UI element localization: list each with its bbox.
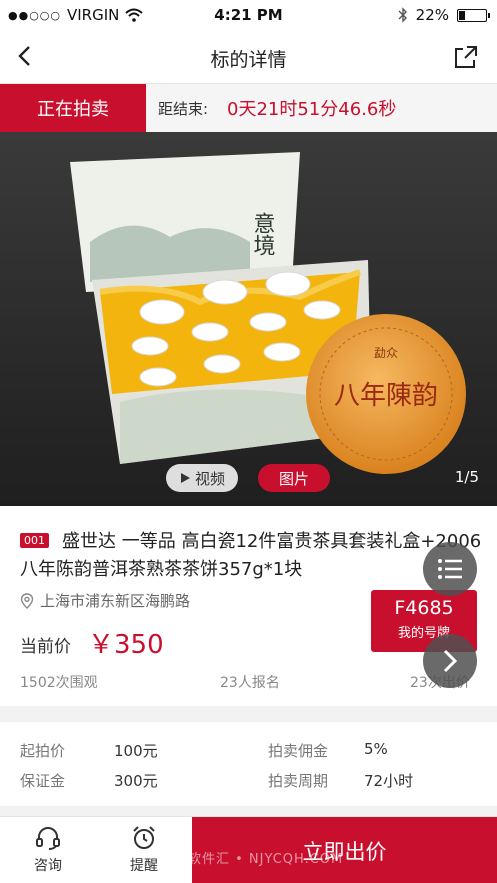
deposit-label: 保证金 bbox=[20, 772, 66, 790]
auction-status-banner: 正在拍卖 距结束: 0天21时51分46.6秒 bbox=[0, 84, 497, 132]
period-value: 72小时 bbox=[364, 772, 414, 790]
photo-tab-button[interactable]: 图片 bbox=[258, 464, 330, 492]
menu-button[interactable] bbox=[423, 542, 477, 596]
period-label: 拍卖周期 bbox=[268, 772, 329, 790]
auction-status-tag: 正在拍卖 bbox=[0, 84, 146, 132]
share-icon[interactable] bbox=[453, 44, 479, 70]
box-lid-text: 意境 bbox=[250, 212, 276, 256]
countdown-label: 距结束: bbox=[158, 100, 209, 118]
chevron-right-icon bbox=[443, 649, 458, 673]
video-tab-label: 视频 bbox=[194, 469, 225, 488]
product-title: 盛世达 一等品 高白瓷12件富贵茶具套装礼盒+2006八年陈韵普洱茶熟茶茶饼35… bbox=[20, 531, 482, 580]
product-gallery[interactable]: 意境 勐众 八年陳韵 视频 图片 1/5 bbox=[0, 132, 497, 506]
view-count: 1502次围观 bbox=[20, 675, 98, 691]
commission-label: 拍卖佣金 bbox=[268, 742, 329, 760]
product-photo: 意境 勐众 八年陳韵 bbox=[0, 132, 497, 506]
paddle-number: F4685 bbox=[394, 597, 454, 619]
nav-bar: 标的详情 bbox=[0, 30, 497, 84]
start-price-value: 100元 bbox=[114, 742, 158, 760]
video-tab-button[interactable]: 视频 bbox=[166, 464, 238, 492]
signup-count: 23人报名 bbox=[220, 675, 280, 691]
bluetooth-icon bbox=[398, 7, 407, 23]
location-text: 上海市浦东新区海鹏路 bbox=[40, 592, 191, 610]
image-pager: 1/5 bbox=[454, 468, 479, 486]
watermark: 南京软件汇 • NJYCQH.COM bbox=[160, 852, 344, 867]
lot-number-badge: 001 bbox=[20, 533, 49, 548]
commission-value: 5% bbox=[364, 740, 388, 758]
status-bar: ●●○○○ VIRGIN 4:21 PM 22% bbox=[0, 0, 497, 30]
next-item-button[interactable] bbox=[423, 634, 477, 688]
start-price-label: 起拍价 bbox=[20, 742, 66, 760]
tea-cake-text: 八年陳韵 bbox=[334, 381, 438, 411]
headset-icon bbox=[36, 827, 60, 850]
deposit-value: 300元 bbox=[114, 772, 158, 790]
remind-label: 提醒 bbox=[130, 858, 158, 874]
current-price-label: 当前价 bbox=[20, 637, 71, 657]
battery-icon bbox=[457, 8, 490, 22]
consult-label: 咨询 bbox=[34, 858, 62, 874]
current-price: ￥350 bbox=[88, 630, 164, 660]
consult-tab[interactable]: 咨询 bbox=[18, 825, 78, 875]
play-icon bbox=[180, 473, 190, 483]
alarm-clock-icon bbox=[133, 826, 155, 849]
countdown-value: 0天21时51分46.6秒 bbox=[227, 99, 397, 120]
location-pin-icon bbox=[20, 592, 34, 609]
list-menu-icon bbox=[438, 559, 462, 579]
battery-percent: 22% bbox=[415, 6, 449, 24]
auction-terms: 起拍价 100元 拍卖佣金 5% 保证金 300元 拍卖周期 72小时 bbox=[0, 722, 497, 806]
tea-cake-brand: 勐众 bbox=[374, 346, 398, 360]
page-title: 标的详情 bbox=[210, 49, 287, 71]
location-row: 上海市浦东新区海鹏路 bbox=[20, 590, 190, 611]
